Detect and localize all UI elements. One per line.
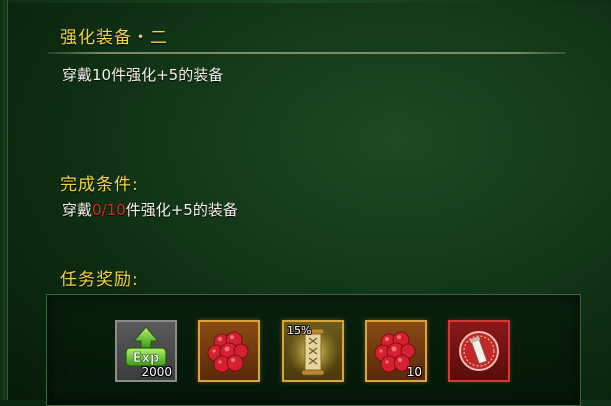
reward-slot-exp[interactable]: Exp 2000	[115, 320, 177, 382]
condition-prefix: 穿戴	[62, 201, 93, 219]
reward-slot-scroll[interactable]: 15%	[282, 320, 344, 382]
reward-slot-seal[interactable]	[448, 320, 510, 382]
svg-text:Exp: Exp	[133, 351, 160, 366]
reward-count: 10	[406, 365, 422, 379]
reward-slot-red-gem-stack[interactable]: 10	[365, 320, 427, 382]
reward-percent: 15%	[287, 324, 312, 337]
reward-label: 任务奖励:	[60, 270, 139, 290]
condition-progress-target: 10	[106, 201, 126, 219]
top-border	[0, 0, 611, 3]
enhance-seal-icon	[459, 331, 499, 371]
condition-text: 穿戴0/10件强化+5的装备	[62, 199, 238, 220]
condition-suffix: 件强化+5的装备	[125, 201, 238, 219]
title-divider	[48, 52, 566, 54]
reward-slot-red-gem[interactable]	[198, 320, 260, 382]
reward-count: 2000	[141, 365, 172, 379]
quest-title: 强化装备・二	[60, 28, 168, 48]
condition-progress-current: 0	[92, 201, 102, 219]
quest-description: 穿戴10件强化+5的装备	[62, 66, 224, 84]
condition-label: 完成条件:	[60, 175, 139, 195]
red-gem-cluster-icon	[207, 331, 249, 373]
left-panel-edge	[0, 0, 8, 400]
